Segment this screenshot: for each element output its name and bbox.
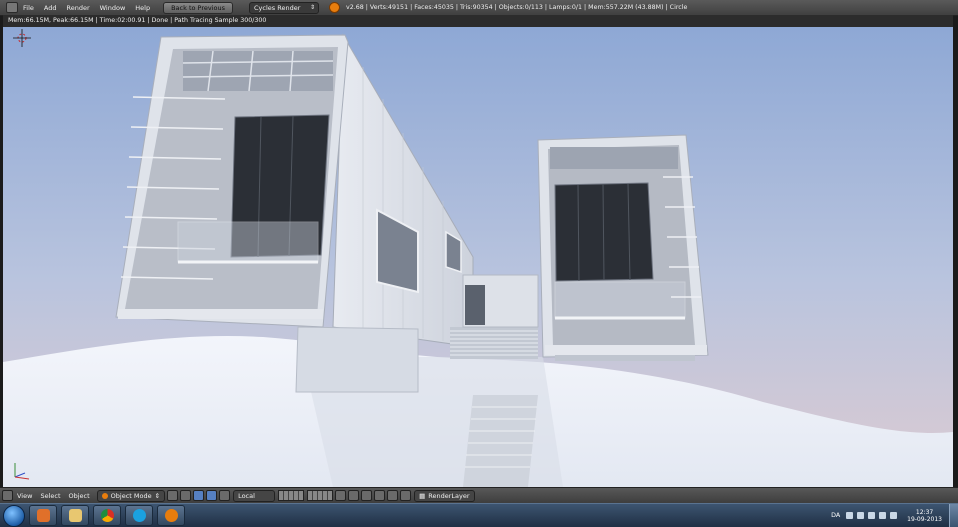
taskbar-chrome[interactable] xyxy=(93,505,121,526)
snap-icon[interactable] xyxy=(348,490,360,501)
flag-icon[interactable] xyxy=(890,512,898,519)
taskbar-explorer[interactable] xyxy=(61,505,89,526)
central-door xyxy=(465,285,485,325)
opengl-animation-icon[interactable] xyxy=(400,490,412,501)
transform-orientation-select[interactable]: Local xyxy=(233,489,276,502)
scene-stats: v2.68 | Verts:49151 | Faces:45035 | Tris… xyxy=(346,4,688,11)
info-header: File Add Render Window Help Back to Prev… xyxy=(0,0,958,16)
layers-grid-right[interactable] xyxy=(307,490,334,501)
menu-file[interactable]: File xyxy=(18,4,39,12)
render-layer-select[interactable]: ▦ RenderLayer xyxy=(414,489,475,502)
folder-icon xyxy=(68,509,82,522)
clock-time: 12:37 xyxy=(915,508,934,516)
right-balcony-rail xyxy=(554,281,686,319)
mode-label: Object Mode xyxy=(110,491,152,500)
menu-object[interactable]: Object xyxy=(65,492,94,500)
pivot-point-icon[interactable] xyxy=(180,490,192,501)
menu-view[interactable]: View xyxy=(13,492,36,500)
right-box-ceiling xyxy=(550,147,678,169)
lock-camera-icon[interactable] xyxy=(335,490,347,501)
blender-icon xyxy=(164,509,178,522)
language-indicator[interactable]: DA xyxy=(827,512,844,519)
left-box-floor xyxy=(118,309,323,319)
stair-steps xyxy=(450,330,538,356)
volume-icon[interactable] xyxy=(879,512,887,519)
3d-view-header: View Select Object Object Mode ⇕ Local ▦… xyxy=(0,487,958,503)
manipulator-toggle-icon[interactable] xyxy=(193,490,205,501)
tray-arrow-icon[interactable] xyxy=(846,512,854,519)
translate-manipulator-icon[interactable] xyxy=(206,490,218,501)
menu-add[interactable]: Add xyxy=(39,4,62,12)
back-to-previous-button[interactable]: Back to Previous xyxy=(163,1,234,14)
skype-icon xyxy=(132,509,146,522)
render-image xyxy=(3,27,953,487)
menu-render[interactable]: Render xyxy=(61,4,94,12)
taskbar-blender[interactable] xyxy=(157,505,185,526)
orientation-label: Local xyxy=(238,491,255,500)
left-box-ceiling xyxy=(183,51,333,91)
right-box-floor xyxy=(545,345,707,355)
mode-select[interactable]: Object Mode ⇕ xyxy=(96,489,166,502)
proportional-edit-icon[interactable] xyxy=(374,490,386,501)
clock[interactable]: 12:37 19-09-2013 xyxy=(899,509,949,523)
render-layer-icon: ▦ xyxy=(419,491,426,500)
rotate-manipulator-icon[interactable] xyxy=(219,490,231,501)
render-engine-label: Cycles Render xyxy=(254,3,301,12)
menu-help[interactable]: Help xyxy=(130,4,155,12)
snap-element-icon[interactable] xyxy=(361,490,373,501)
chrome-icon xyxy=(100,509,114,522)
tray-app-icon[interactable] xyxy=(857,512,865,519)
viewport-shading-icon[interactable] xyxy=(167,490,179,501)
editor-type-icon[interactable] xyxy=(6,2,18,13)
chevron-updown-icon: ⇕ xyxy=(309,3,316,11)
menu-select[interactable]: Select xyxy=(36,492,64,500)
left-balcony-rail xyxy=(177,221,319,263)
support-pillar xyxy=(295,326,419,393)
object-mode-icon xyxy=(101,492,108,499)
start-button-icon[interactable] xyxy=(3,504,25,527)
show-desktop-button[interactable] xyxy=(949,504,958,527)
render-status: Mem:66.15M, Peak:66.15M | Time:02:00.91 … xyxy=(3,15,953,27)
blender-logo-icon xyxy=(329,2,341,13)
media-player-icon xyxy=(36,509,50,522)
opengl-render-icon[interactable] xyxy=(387,490,399,501)
chevron-updown-icon: ⇕ xyxy=(154,491,161,500)
layers-grid-left[interactable] xyxy=(278,490,305,501)
system-tray: DA 12:37 19-09-2013 xyxy=(827,504,958,527)
menu-window[interactable]: Window xyxy=(95,4,131,12)
render-engine-select[interactable]: Cycles Render ⇕ xyxy=(249,1,320,14)
network-icon[interactable] xyxy=(868,512,876,519)
render-layer-label: RenderLayer xyxy=(428,491,470,500)
right-box-base xyxy=(555,355,695,361)
taskbar-skype[interactable] xyxy=(125,505,153,526)
editor-type-icon[interactable] xyxy=(2,490,13,501)
3d-viewport[interactable] xyxy=(3,27,953,487)
front-stairs xyxy=(463,395,538,487)
taskbar-media-player[interactable] xyxy=(29,505,57,526)
clock-date: 19-09-2013 xyxy=(907,515,942,523)
windows-taskbar: DA 12:37 19-09-2013 xyxy=(0,503,958,527)
